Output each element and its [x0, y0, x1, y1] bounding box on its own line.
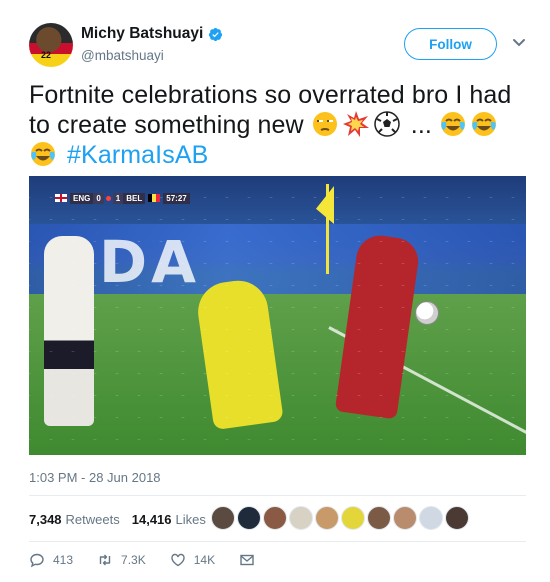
scorebug-team1: ENG: [70, 192, 94, 204]
tweet-card: 22 Michy Batshuayi @mbatshuayi Follow Fo…: [0, 0, 550, 582]
tweet-text: Fortnite celebrations so overrated bro I…: [29, 80, 519, 170]
liker-avatar[interactable]: [393, 506, 417, 530]
retweet-icon: [99, 554, 111, 566]
likes-stat[interactable]: 14,416 Likes: [132, 512, 206, 527]
avatar[interactable]: 22: [29, 23, 73, 67]
divider: [29, 541, 526, 542]
like-button[interactable]: 14K: [170, 552, 215, 568]
retweets-stat-label: Retweets: [65, 511, 120, 527]
retweets-stat[interactable]: 7,348 Retweets: [29, 512, 120, 527]
like-count: 14K: [193, 553, 216, 567]
follow-button[interactable]: Follow: [404, 28, 497, 60]
hashtag-link[interactable]: #KarmaIsAB: [67, 141, 208, 169]
envelope-icon: [240, 554, 254, 566]
divider: [29, 495, 526, 496]
reply-icon: [30, 553, 44, 568]
media-goal-net: [29, 176, 526, 455]
media-scorebug: ENG 0 1 BEL 57:27: [55, 192, 190, 204]
avatar-jersey-number: 22: [41, 50, 52, 60]
chevron-down-icon[interactable]: [512, 38, 526, 48]
tweet-stats: 7,348 Retweets 14,416 Likes: [29, 509, 206, 529]
liker-avatar[interactable]: [263, 506, 287, 530]
scorebug-score1: 0: [93, 192, 104, 204]
belgium-flag-icon: [148, 194, 161, 202]
liker-avatar[interactable]: [211, 506, 235, 530]
retweets-stat-count: 7,348: [29, 511, 62, 527]
tweet-media-video[interactable]: DA ENG 0 1 BEL 57:27: [29, 176, 526, 455]
reply-button[interactable]: 413: [29, 552, 73, 568]
live-dot-icon: [105, 195, 111, 201]
author-name[interactable]: Michy Batshuayi: [81, 25, 203, 43]
scorebug-clock: 57:27: [163, 192, 190, 204]
scorebug-team2: BEL: [123, 192, 146, 204]
likes-stat-count: 14,416: [131, 511, 172, 527]
retweet-count: 7.3K: [121, 553, 146, 567]
heart-icon: [171, 553, 185, 567]
liker-avatar[interactable]: [315, 506, 339, 530]
liker-avatar[interactable]: [237, 506, 261, 530]
face-with-tears-of-joy-icon: [440, 112, 465, 136]
liker-avatar[interactable]: [419, 506, 443, 530]
direct-message-button[interactable]: [239, 552, 263, 568]
likes-stat-label: Likes: [175, 511, 206, 527]
liker-avatar[interactable]: [341, 506, 365, 530]
verified-badge-icon: [208, 27, 223, 42]
liker-avatar[interactable]: [367, 506, 391, 530]
author-handle[interactable]: @mbatshuayi: [81, 48, 164, 63]
face-with-tears-of-joy-icon: [471, 112, 496, 136]
reply-count: 413: [53, 553, 74, 567]
unamused-face-icon: [312, 112, 337, 136]
liker-avatar[interactable]: [289, 506, 313, 530]
liker-avatars: [211, 506, 471, 530]
retweet-button[interactable]: 7.3K: [97, 552, 146, 568]
liker-avatar[interactable]: [445, 506, 469, 530]
soccer-ball-icon: [373, 111, 400, 137]
scorebug-score2: 1: [112, 192, 124, 204]
face-with-tears-of-joy-icon: [31, 142, 55, 166]
tweet-timestamp[interactable]: 1:03 PM - 28 Jun 2018: [29, 470, 161, 485]
collision-icon: [342, 111, 369, 137]
england-flag-icon: [55, 194, 67, 202]
tweet-actions: 413 7.3K 14K: [29, 550, 287, 570]
tweet-ellipsis: ...: [410, 111, 432, 139]
